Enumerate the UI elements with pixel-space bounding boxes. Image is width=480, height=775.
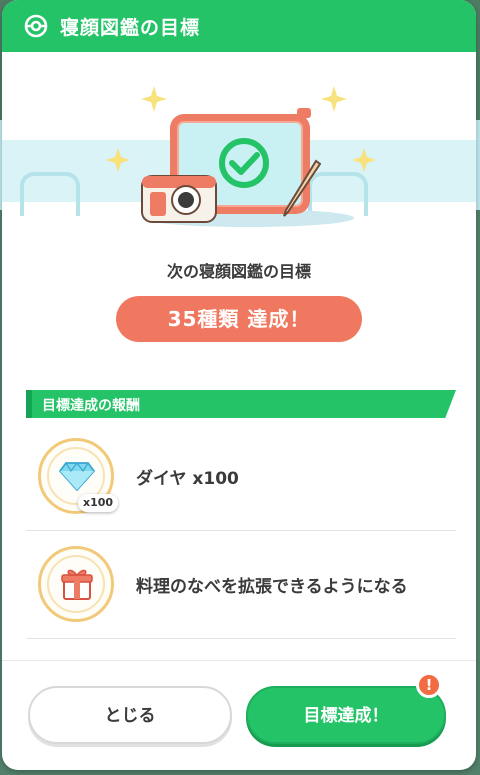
goal-dialog: 寝顔図鑑の目標 次の寝顔図鑑の目標 35種類 達成！ 目標達成の報酬 x100 … [2,0,476,770]
reward-label: ダイヤ x100 [136,469,239,489]
section-accent [26,390,32,418]
next-goal-label: 次の寝顔図鑑の目標 [166,262,311,281]
goal-pill: 35種類 達成！ [116,296,362,342]
alert-badge-icon: ! [416,672,442,698]
achieve-goal-button[interactable]: 目標達成！ [246,686,446,744]
rewards-section-header: 目標達成の報酬 [26,390,456,418]
reward-label: 料理のなべを拡張できるようになる [136,577,408,597]
reward-quantity-badge: x100 [78,494,119,512]
tablet-camera-checkmark-icon [106,86,376,227]
diamond-icon [59,462,95,491]
dialog-title: 寝顔図鑑の目標 [60,17,201,39]
dialog-header: 寝顔図鑑の目標 [2,0,476,52]
pokeball-icon [24,14,48,38]
footer-divider [2,660,476,661]
close-button[interactable]: とじる [28,686,232,744]
gift-icon [61,569,93,600]
reward-row-gift: 料理のなべを拡張できるようになる [26,532,456,639]
reward-row-diamond: x100 ダイヤ x100 [26,424,456,531]
rewards-section-title: 目標達成の報酬 [42,398,140,414]
reward-badge [38,546,114,622]
hero-decoration-left [20,172,80,216]
